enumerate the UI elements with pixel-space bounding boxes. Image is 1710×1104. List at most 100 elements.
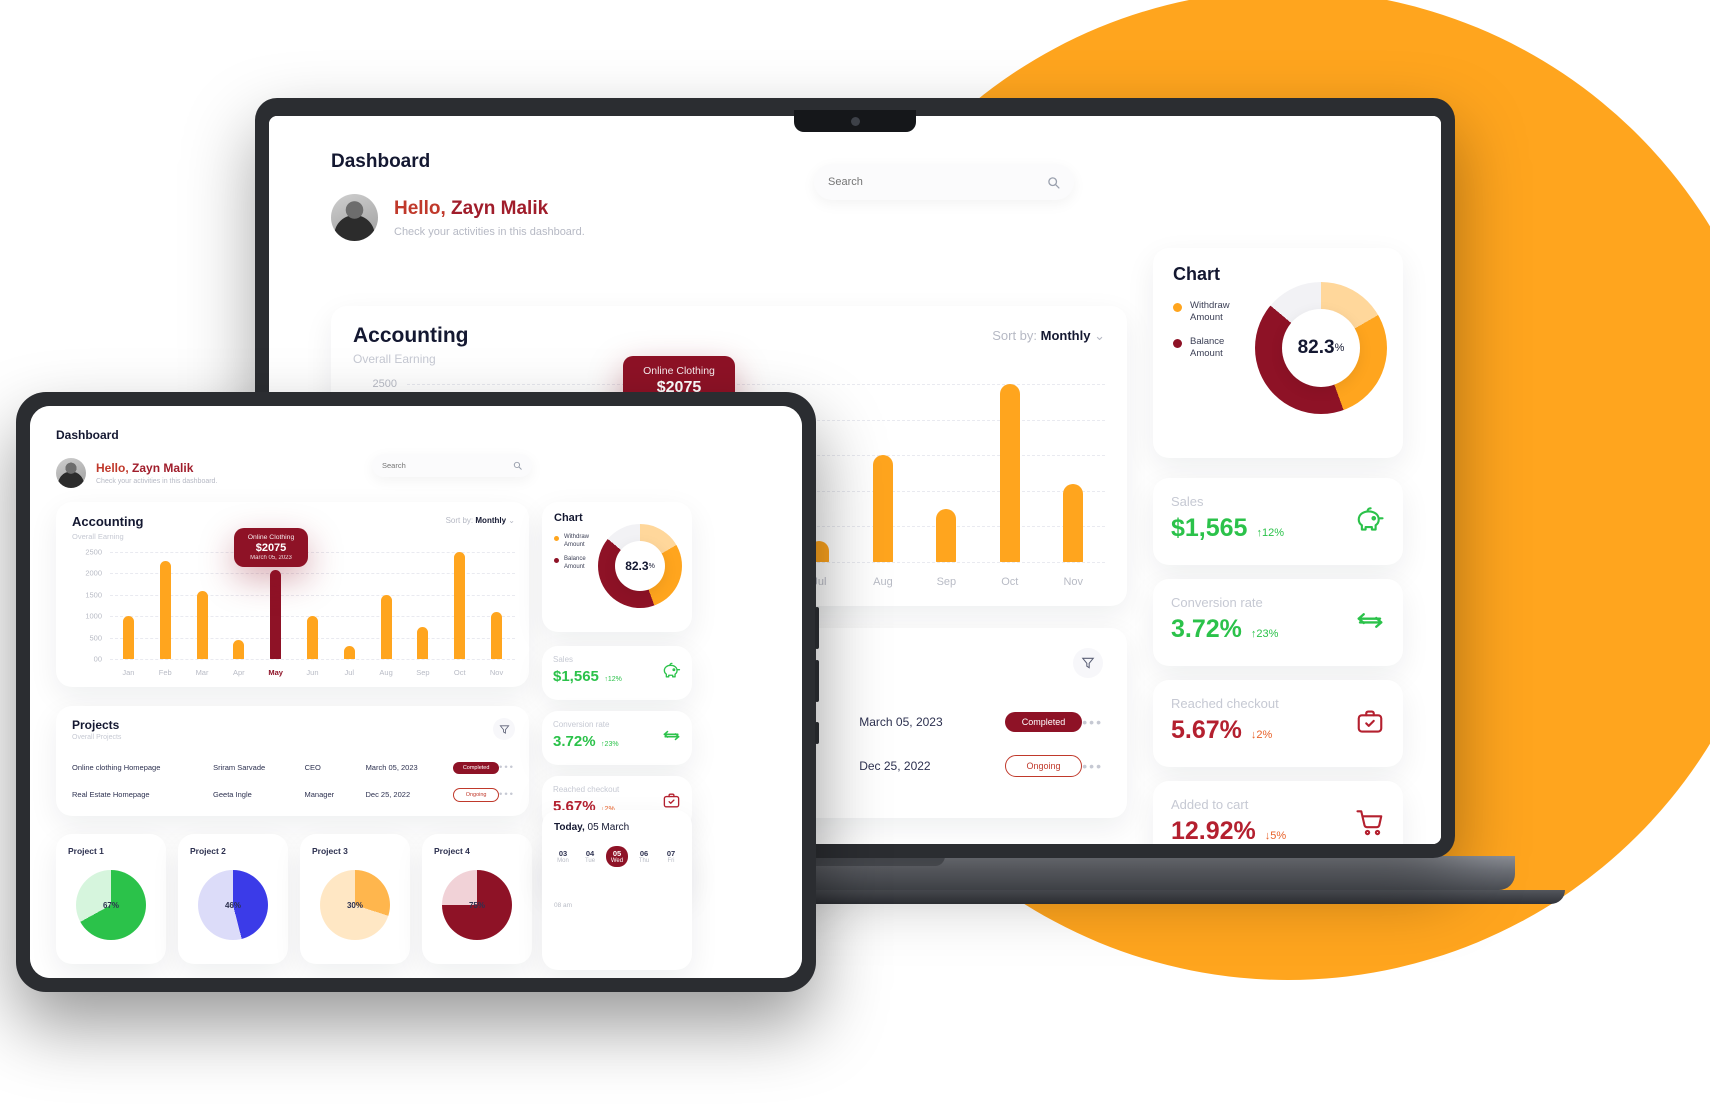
chevron-down-icon[interactable]: ⌄: [1094, 328, 1105, 343]
bar-column[interactable]: [257, 552, 294, 659]
volume-up-button[interactable]: [815, 607, 819, 649]
status-badge[interactable]: Ongoing: [1004, 755, 1083, 777]
stat-card-reached-checkout[interactable]: Reached checkout 5.67% ↓2%: [1153, 680, 1403, 767]
stat-card-sales[interactable]: Sales $1,565 ↑ 12%: [1153, 478, 1403, 565]
chart-bar[interactable]: [196, 590, 208, 659]
bar-column[interactable]: [220, 552, 257, 659]
calendar-day[interactable]: 07 Fri: [660, 846, 682, 867]
bar-column[interactable]: [851, 384, 914, 562]
chart-bar[interactable]: [936, 508, 957, 562]
project-date: March 05, 2023: [859, 715, 943, 729]
chart-bar[interactable]: [417, 626, 429, 659]
chart-bar[interactable]: [159, 560, 171, 659]
filter-icon[interactable]: [499, 724, 510, 735]
stat-card-conversion-rate[interactable]: Conversion rate 3.72% ↑ 23%: [1153, 579, 1403, 666]
bar-column[interactable]: [478, 552, 515, 659]
power-button[interactable]: [815, 722, 819, 744]
search-icon[interactable]: [513, 461, 522, 470]
bar-column[interactable]: [184, 552, 221, 659]
chart-card: Chart Withdraw Amount Balance Amount 82.…: [542, 502, 692, 632]
more-options-icon[interactable]: •••: [499, 762, 515, 773]
stat-card-conversion-rate[interactable]: Conversion rate 3.72% ↑ 23%: [542, 711, 692, 765]
calendar-day-name: Fri: [667, 858, 675, 864]
volume-down-button[interactable]: [815, 660, 819, 702]
shopping-cart-icon: [1355, 807, 1385, 842]
progress-ring: 67%: [76, 870, 146, 940]
avatar[interactable]: [56, 458, 86, 488]
sort-by-value: Monthly: [1040, 328, 1091, 343]
stat-card-added-to-cart[interactable]: Added to cart 12.92% ↓5%: [1153, 781, 1403, 844]
chart-bar[interactable]: [343, 646, 355, 659]
chart-bar[interactable]: [454, 552, 466, 659]
chart-bar[interactable]: [233, 639, 245, 659]
chart-bar[interactable]: [491, 611, 503, 659]
bar-column[interactable]: [915, 384, 978, 562]
sort-by-control[interactable]: Sort by: Monthly ⌄: [446, 516, 515, 525]
tablet-dashboard: Dashboard Hello, Zayn Malik Check your a…: [30, 406, 802, 978]
calendar-day-name: Wed: [610, 858, 624, 864]
legend-dot-icon: [1173, 303, 1182, 312]
legend-item-withdraw: Withdraw Amount: [554, 534, 589, 549]
bar-column[interactable]: [110, 552, 147, 659]
projects-subtitle: Overall Projects: [72, 734, 122, 741]
filter-button[interactable]: [1073, 648, 1103, 678]
search-input[interactable]: [828, 176, 1018, 188]
table-row[interactable]: Real Estate Homepage Geeta Ingle Manager…: [72, 781, 515, 808]
progress-percent: 67%: [102, 900, 119, 910]
bar-column[interactable]: [441, 552, 478, 659]
x-tick-label: Nov: [1063, 576, 1084, 588]
projects-table: Online clothing Homepage Sriram Sarvade …: [72, 754, 515, 808]
donut-value: 82.3: [625, 559, 649, 573]
table-row[interactable]: Online clothing Homepage Sriram Sarvade …: [72, 754, 515, 781]
bar-column[interactable]: [147, 552, 184, 659]
chart-bar[interactable]: [1063, 483, 1084, 562]
more-options-icon[interactable]: •••: [499, 789, 515, 800]
sort-by-control[interactable]: Sort by: Monthly ⌄: [992, 328, 1105, 344]
x-tick-label: Feb: [158, 668, 172, 677]
chart-plot-area: [110, 552, 515, 660]
status-badge[interactable]: Ongoing: [453, 787, 499, 802]
greeting-prefix: Hello,: [96, 461, 133, 475]
bar-column[interactable]: [331, 552, 368, 659]
calendar-day[interactable]: 06 Thu: [633, 846, 655, 867]
status-badge[interactable]: Completed: [453, 761, 499, 774]
project-progress-card[interactable]: Project 2 46%: [178, 834, 288, 964]
search-bar[interactable]: [372, 454, 532, 477]
tooltip-name: Online Clothing: [247, 534, 295, 541]
chart-bar[interactable]: [999, 384, 1020, 562]
bar-column[interactable]: [294, 552, 331, 659]
chart-bar[interactable]: [380, 594, 392, 659]
more-options-icon[interactable]: •••: [1082, 714, 1103, 730]
donut-chart: 82.3%: [1255, 282, 1387, 414]
search-input[interactable]: [382, 461, 497, 470]
stat-card-sales[interactable]: Sales $1,565 ↑ 12%: [542, 646, 692, 700]
avatar[interactable]: [331, 194, 378, 241]
more-options-icon[interactable]: •••: [1082, 758, 1103, 774]
x-tick-label: Nov: [489, 668, 504, 677]
bar-column[interactable]: [405, 552, 442, 659]
project-card-title: Project 4: [434, 846, 470, 856]
bar-column[interactable]: [1042, 384, 1105, 562]
project-progress-card[interactable]: Project 3 30%: [300, 834, 410, 964]
filter-button[interactable]: [493, 718, 515, 740]
bar-column[interactable]: [978, 384, 1041, 562]
x-tick-label: Aug: [873, 576, 893, 588]
search-bar[interactable]: [814, 164, 1074, 200]
chart-bar[interactable]: [306, 616, 318, 659]
bar-column[interactable]: [368, 552, 405, 659]
status-badge[interactable]: Completed: [1004, 712, 1083, 732]
chevron-down-icon[interactable]: ⌄: [508, 516, 515, 525]
tablet-device: Dashboard Hello, Zayn Malik Check your a…: [16, 392, 819, 992]
greeting-subtitle: Check your activities in this dashboard.: [96, 478, 218, 485]
search-icon[interactable]: [1047, 176, 1060, 189]
donut-legend: Withdraw Amount Balance Amount: [1173, 300, 1230, 360]
calendar-day[interactable]: 04 Tue: [579, 846, 601, 867]
chart-bar[interactable]: [872, 455, 893, 562]
project-progress-card[interactable]: Project 1 67%: [56, 834, 166, 964]
calendar-day-active[interactable]: 05 Wed: [606, 846, 628, 867]
calendar-day[interactable]: 03 Mon: [552, 846, 574, 867]
chart-bar[interactable]: [270, 570, 282, 659]
filter-icon[interactable]: [1081, 656, 1095, 670]
project-progress-card[interactable]: Project 4 75%: [422, 834, 532, 964]
chart-bar[interactable]: [122, 616, 134, 659]
